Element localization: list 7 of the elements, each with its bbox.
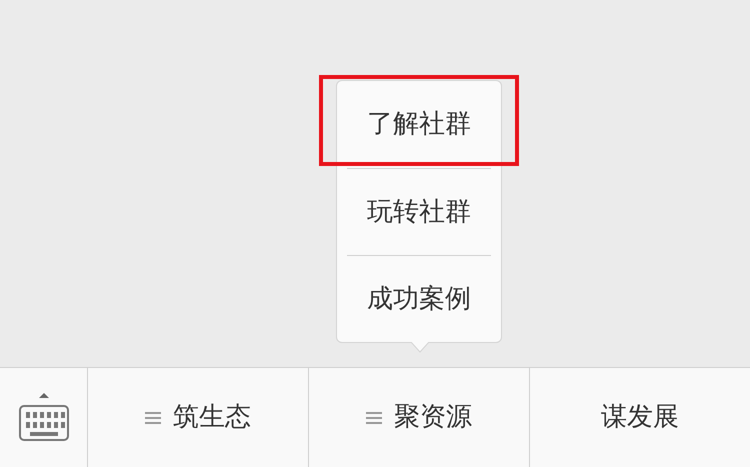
menu-item[interactable]: 玩转社群 [367,192,471,232]
menu-tab[interactable]: 聚资源 [309,368,530,467]
menu-item[interactable]: 成功案例 [367,280,471,318]
keyboard-icon [18,392,70,444]
menu-tab[interactable]: 筑生态 [88,368,309,467]
menu-item[interactable]: 了解社群 [367,105,471,144]
menu-tab[interactable]: 谋发展 [530,368,750,467]
